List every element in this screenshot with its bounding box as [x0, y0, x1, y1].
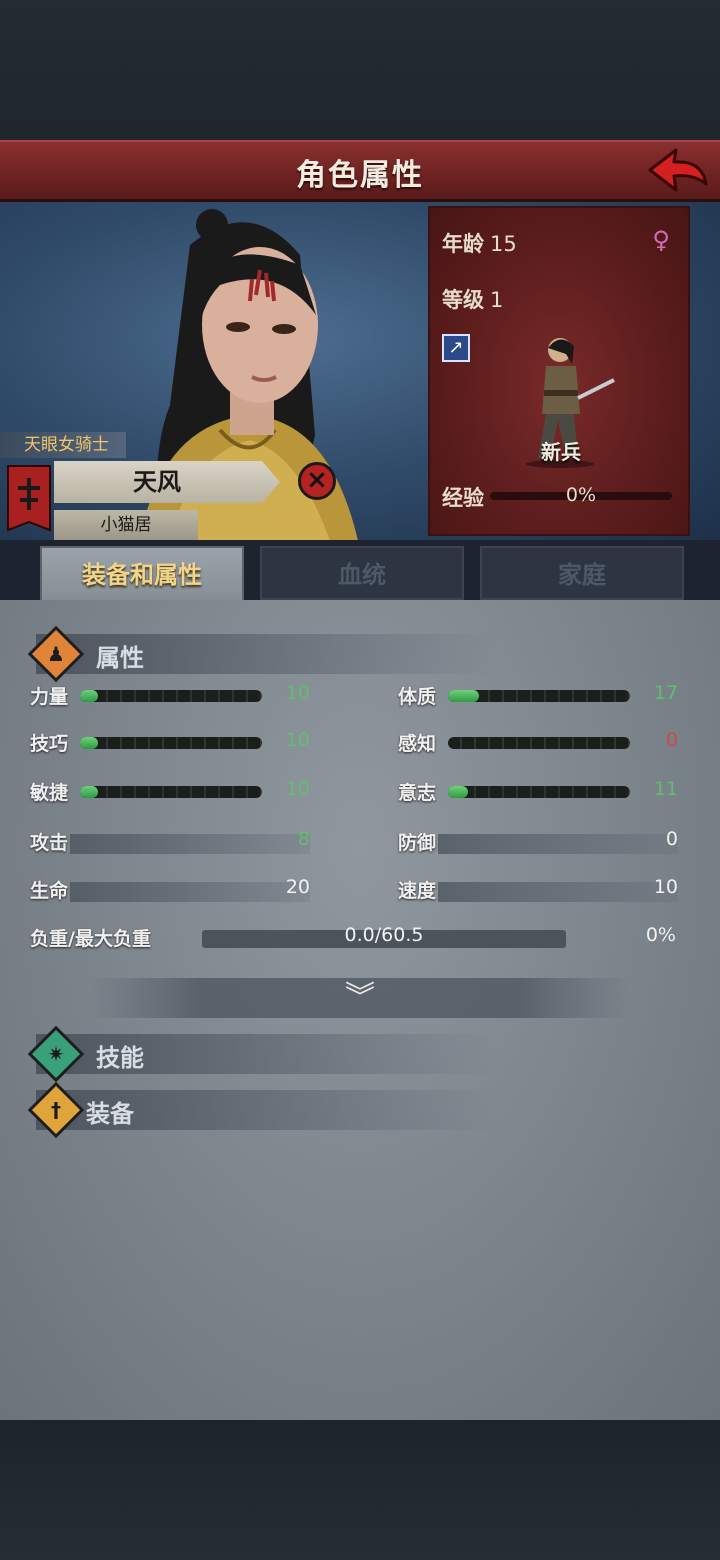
stat-label: 感知 [398, 733, 437, 755]
sword-icon: † [27, 1081, 85, 1139]
xp-percent: 0% [565, 484, 597, 506]
age-row: 年龄 15 [442, 228, 517, 258]
person-icon: ♟ [27, 625, 85, 683]
tab-bloodline[interactable]: 血统 [260, 546, 464, 600]
stat-strength: 力量 10 [30, 682, 310, 712]
attributes-section-header[interactable]: ♟ 属性 [27, 625, 496, 683]
house-banner-icon [7, 465, 51, 532]
expand-button[interactable]: ︾ [90, 978, 630, 1018]
header-bar: 角色属性 [0, 140, 720, 202]
stat-fill [448, 786, 469, 798]
stat-fill [448, 690, 479, 702]
stat-defense: 防御 0 [398, 828, 678, 858]
stat-bar [448, 690, 630, 702]
stat-fill [80, 786, 99, 798]
level-row: 等级 1 [442, 284, 503, 314]
stat-label: 攻击 [30, 832, 69, 854]
sword-icon[interactable]: ↗ [442, 334, 470, 362]
stat-label: 力量 [30, 686, 69, 708]
xp-label: 经验 [442, 486, 484, 510]
stat-agility: 敏捷 10 [30, 778, 310, 808]
stat-label: 敏捷 [30, 782, 69, 804]
tab-equipment-attributes[interactable]: 装备和属性 [40, 546, 244, 600]
age-label: 年龄 [442, 232, 484, 256]
stat-skill: 技巧 10 [30, 729, 310, 759]
stat-bar [80, 786, 262, 798]
character-house: 小猫居 [54, 510, 198, 540]
stat-value: 0 [665, 729, 678, 751]
info-card: 年龄 15 ♀ 等级 1 ↗ 新兵 经验 0% [428, 206, 690, 536]
stat-value: 10 [285, 682, 310, 704]
chevron-double-down-icon: ︾ [345, 980, 375, 1015]
class-name: 新兵 [541, 440, 581, 464]
equipment-title: 装备 [86, 1100, 134, 1128]
stat-label: 技巧 [30, 733, 69, 755]
skills-section-header[interactable]: ✷ 技能 [27, 1025, 496, 1083]
equipment-section-header[interactable]: † 装备 [27, 1081, 496, 1139]
stat-fill [80, 737, 99, 749]
stat-label: 防御 [398, 832, 437, 854]
character-title: 天眼女骑士 [0, 432, 126, 458]
female-icon: ♀ [652, 226, 670, 254]
stat-fill [80, 690, 99, 702]
close-icon[interactable]: × [298, 462, 336, 500]
stat-constitution: 体质 17 [398, 682, 678, 712]
level-value: 1 [490, 288, 504, 312]
stat-bar [448, 737, 630, 749]
tab-strip: 装备和属性 血统 家庭 [0, 540, 720, 602]
stat-value: 8 [297, 828, 310, 850]
age-value: 15 [490, 232, 517, 256]
stat-perception: 感知 0 [398, 729, 678, 759]
stat-label: 意志 [398, 782, 437, 804]
stat-will: 意志 11 [398, 778, 678, 808]
stat-bar [448, 786, 630, 798]
load-value: 0.0/60.5 [344, 924, 424, 946]
tab-family[interactable]: 家庭 [480, 546, 684, 600]
skills-title: 技能 [96, 1044, 144, 1072]
stat-value: 20 [285, 876, 310, 898]
stat-value: 11 [653, 778, 678, 800]
stat-value: 10 [285, 729, 310, 751]
stat-hp: 生命 20 [30, 876, 310, 906]
page-title: 角色属性 [296, 158, 424, 193]
bottom-background [0, 1420, 720, 1560]
stat-speed: 速度 10 [398, 876, 678, 906]
stat-value: 17 [653, 682, 678, 704]
stat-value: 0 [665, 828, 678, 850]
stat-label: 体质 [398, 686, 437, 708]
load-label: 负重/最大负重 [30, 928, 151, 950]
load-percent: 0% [645, 924, 676, 946]
stat-value: 10 [653, 876, 678, 898]
stat-bar [80, 737, 262, 749]
stat-value: 10 [285, 778, 310, 800]
stat-bar [80, 690, 262, 702]
stat-label: 速度 [398, 880, 437, 902]
stat-attack: 攻击 8 [30, 828, 310, 858]
attributes-title: 属性 [96, 644, 144, 672]
character-name: 天风 [54, 461, 280, 503]
top-background [0, 0, 720, 140]
stat-label: 生命 [30, 880, 69, 902]
back-arrow-icon[interactable] [644, 144, 712, 198]
load-row: 负重/最大负重 0.0/60.5 0% [30, 924, 680, 954]
level-label: 等级 [442, 288, 484, 312]
star-icon: ✷ [27, 1025, 85, 1083]
